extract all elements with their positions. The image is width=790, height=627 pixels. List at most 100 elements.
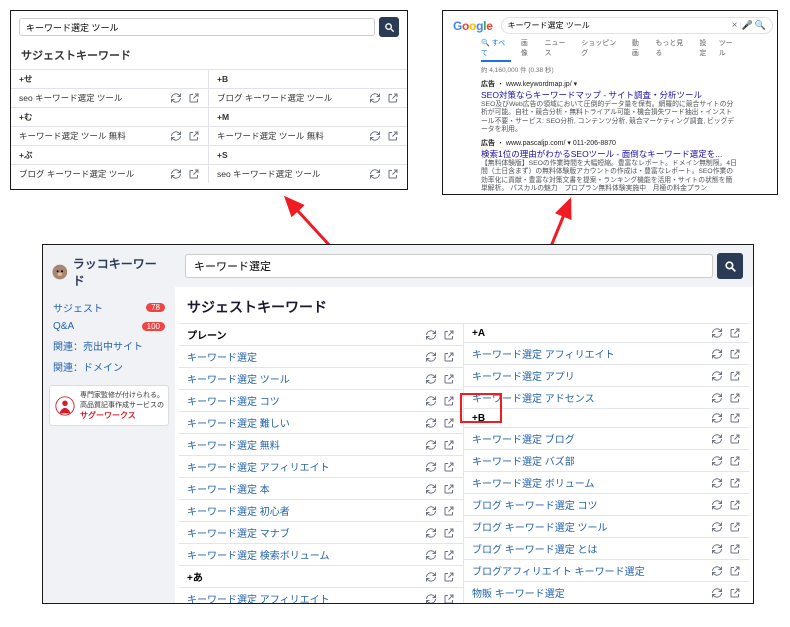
reload-icon[interactable]	[425, 483, 437, 495]
keyword-link[interactable]: キーワード選定 マナブ	[187, 525, 290, 540]
mini-keyword[interactable]: キーワード選定 ツール 無料	[209, 126, 407, 145]
reload-icon[interactable]	[425, 505, 437, 517]
keyword-link[interactable]: キーワード選定 アプリ	[472, 368, 575, 383]
external-link-icon[interactable]	[443, 505, 455, 517]
reload-icon[interactable]	[711, 327, 723, 339]
keyword-link[interactable]: キーワード選定 無料	[187, 437, 280, 452]
mini-keyword[interactable]: seo キーワード選定 ツール	[209, 164, 407, 183]
brand[interactable]: ラッコキーワード	[49, 253, 169, 297]
reload-icon[interactable]	[711, 521, 723, 533]
google-search-box[interactable]: × | 🎤 🔍	[501, 17, 773, 34]
reload-icon[interactable]	[425, 527, 437, 539]
sidebar-item[interactable]: 関連：売出中サイト	[49, 335, 169, 356]
reload-icon[interactable]	[170, 168, 182, 180]
clear-icon[interactable]: ×	[730, 20, 740, 31]
reload-icon[interactable]	[425, 351, 437, 363]
external-link-icon[interactable]	[443, 571, 455, 583]
reload-icon[interactable]	[711, 392, 723, 404]
google-tab[interactable]: ショッピング	[581, 38, 622, 62]
external-link-icon[interactable]	[729, 521, 741, 533]
google-tab[interactable]: 動画	[632, 38, 646, 62]
external-link-icon[interactable]	[188, 168, 200, 180]
reload-icon[interactable]	[711, 370, 723, 382]
google-tab[interactable]: 🔍 すべて	[481, 38, 511, 62]
keyword-link[interactable]: キーワード選定 本	[187, 481, 270, 496]
mini-keyword[interactable]: ブログ キーワード選定 ツール	[209, 88, 407, 107]
external-link-icon[interactable]	[443, 527, 455, 539]
keyword-link[interactable]: キーワード選定 アフィリエイト	[187, 459, 330, 474]
external-link-icon[interactable]	[387, 130, 399, 142]
external-link-icon[interactable]	[188, 130, 200, 142]
external-link-icon[interactable]	[729, 587, 741, 599]
google-result[interactable]: 広告 ・ www.pascaljp.com/ ▾ 011-206-8870検索1…	[447, 135, 773, 194]
reload-icon[interactable]	[425, 373, 437, 385]
external-link-icon[interactable]	[729, 455, 741, 467]
external-link-icon[interactable]	[443, 417, 455, 429]
reload-icon[interactable]	[369, 130, 381, 142]
reload-icon[interactable]	[711, 433, 723, 445]
keyword-link[interactable]: ブログ キーワード選定 とは	[472, 541, 598, 556]
reload-icon[interactable]	[711, 412, 723, 424]
keyword-link[interactable]: キーワード選定	[187, 349, 257, 364]
external-link-icon[interactable]	[387, 92, 399, 104]
main-search-input[interactable]	[185, 254, 713, 278]
keyword-link[interactable]: キーワード選定 初心者	[187, 503, 290, 518]
reload-icon[interactable]	[425, 593, 437, 604]
reload-icon[interactable]	[711, 543, 723, 555]
external-link-icon[interactable]	[443, 395, 455, 407]
external-link-icon[interactable]	[443, 593, 455, 604]
reload-icon[interactable]	[170, 130, 182, 142]
external-link-icon[interactable]	[443, 351, 455, 363]
keyword-link[interactable]: キーワード選定 ボリューム	[472, 475, 594, 490]
reload-icon[interactable]	[425, 417, 437, 429]
keyword-link[interactable]: キーワード選定 アフィリエイト	[472, 346, 615, 361]
google-tool[interactable]: ツール	[719, 38, 739, 62]
external-link-icon[interactable]	[443, 549, 455, 561]
reload-icon[interactable]	[711, 587, 723, 599]
external-link-icon[interactable]	[729, 327, 741, 339]
keyword-link[interactable]: キーワード選定 検索ボリューム	[187, 547, 329, 562]
external-link-icon[interactable]	[188, 92, 200, 104]
reload-icon[interactable]	[425, 571, 437, 583]
google-tab[interactable]: もっと見る	[655, 38, 689, 62]
external-link-icon[interactable]	[729, 477, 741, 489]
reload-icon[interactable]	[369, 168, 381, 180]
mini-search-button[interactable]	[379, 17, 399, 37]
reload-icon[interactable]	[425, 329, 437, 341]
external-link-icon[interactable]	[443, 329, 455, 341]
keyword-link[interactable]: キーワード選定 アドセンス	[472, 390, 595, 405]
reload-icon[interactable]	[425, 439, 437, 451]
mini-keyword[interactable]: ブログ キーワード選定 ツール	[11, 164, 209, 183]
external-link-icon[interactable]	[443, 373, 455, 385]
reload-icon[interactable]	[711, 499, 723, 511]
reload-icon[interactable]	[425, 549, 437, 561]
sidebar-item[interactable]: サジェスト78	[49, 297, 169, 318]
external-link-icon[interactable]	[729, 499, 741, 511]
external-link-icon[interactable]	[729, 433, 741, 445]
keyword-link[interactable]: ブログ キーワード選定 ツール	[472, 519, 608, 534]
ad-banner[interactable]: 専門家監修が付けられる。 高品質記事作成サービスの サグーワークス	[49, 385, 169, 426]
reload-icon[interactable]	[711, 477, 723, 489]
mini-keyword[interactable]: seo キーワード選定 ツール	[11, 88, 209, 107]
sidebar-item[interactable]: Q&A100	[49, 318, 169, 335]
keyword-link[interactable]: キーワード選定 バズ部	[472, 453, 575, 468]
keyword-link[interactable]: ブログ キーワード選定 コツ	[472, 497, 598, 512]
external-link-icon[interactable]	[729, 412, 741, 424]
keyword-link[interactable]: キーワード選定 ツール	[187, 371, 290, 386]
mic-icon[interactable]: 🎤	[742, 20, 753, 31]
reload-icon[interactable]	[170, 92, 182, 104]
external-link-icon[interactable]	[443, 483, 455, 495]
keyword-link[interactable]: キーワード選定 難しい	[187, 415, 290, 430]
external-link-icon[interactable]	[443, 461, 455, 473]
reload-icon[interactable]	[425, 395, 437, 407]
google-tab[interactable]: ニュース	[544, 38, 571, 62]
keyword-link[interactable]: ブログアフィリエイト キーワード選定	[472, 563, 645, 578]
search-icon[interactable]: 🔍	[755, 20, 766, 31]
reload-icon[interactable]	[369, 92, 381, 104]
mini-keyword[interactable]: キーワード選定 ツール 無料	[11, 126, 209, 145]
main-search-button[interactable]	[717, 253, 743, 279]
keyword-link[interactable]: 物販 キーワード選定	[472, 585, 565, 600]
google-search-input[interactable]	[508, 21, 730, 30]
external-link-icon[interactable]	[729, 565, 741, 577]
reload-icon[interactable]	[711, 455, 723, 467]
